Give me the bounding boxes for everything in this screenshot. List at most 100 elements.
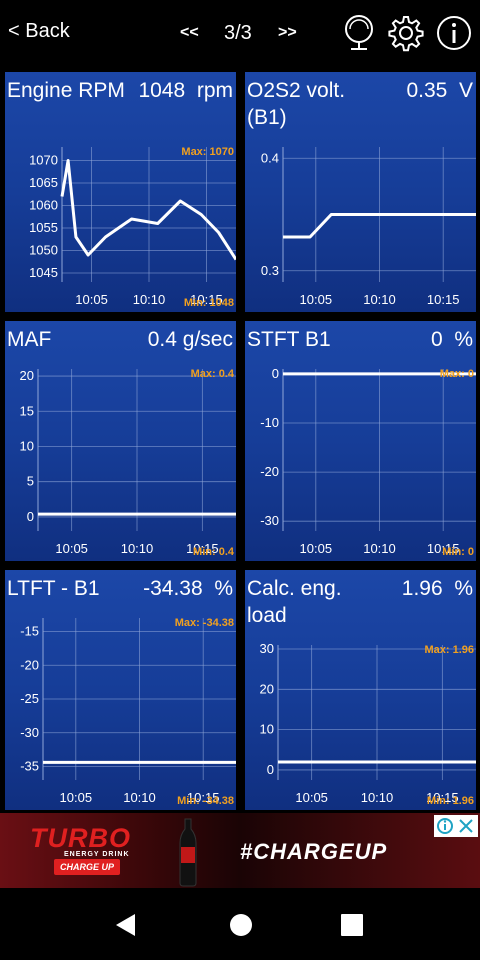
value-number: -34.38 [143, 577, 203, 600]
panel-value: 0.35 V [406, 77, 473, 104]
y-tick-label: -30 [20, 725, 39, 740]
y-tick-label: 20 [260, 681, 274, 696]
panel-ltft-b1[interactable]: 10:05 10:10 10:15 -15 -20 -25 -30 -35 Max: -34.3… [5, 570, 236, 810]
panel-value: 1048 rpm [138, 77, 233, 104]
y-tick-label: -10 [260, 415, 279, 430]
y-tick-label: 20 [20, 368, 34, 383]
ad-brand-sub: ENERGY DRINK [64, 851, 130, 858]
ad-brand: TURBO [30, 823, 131, 853]
panel-stft-b1[interactable]: 10:05 10:10 10:15 0 -10 -20 -30 Max: 0 Min: 0 ST… [245, 321, 476, 561]
y-tick-label: 0 [27, 509, 34, 524]
y-tick-label: -30 [260, 513, 279, 528]
gear-icon[interactable] [387, 14, 425, 52]
y-tick-label: 30 [260, 641, 274, 656]
panel-title: O2S2 volt. (B1) [247, 79, 346, 129]
top-bar: < Back << 3/3 >> [0, 0, 480, 68]
value-number: 0.35 [406, 79, 448, 102]
y-tick-label: 0.3 [261, 263, 279, 278]
y-tick-label: 1045 [29, 265, 58, 280]
y-tick-label: 1070 [29, 153, 58, 168]
max-label: Max: 0 [440, 368, 474, 380]
panel-value: 1.96 % [402, 575, 473, 602]
panel-title: LTFT - B1 [7, 577, 100, 600]
y-tick-label: 5 [27, 474, 34, 489]
ad-hashtag: #CHARGEUP [240, 839, 388, 864]
y-tick-label: -35 [20, 759, 39, 774]
value-unit: % [454, 577, 473, 600]
back-button[interactable]: < Back [8, 20, 70, 43]
panel-title: STFT B1 [247, 328, 331, 351]
y-tick-label: 0.4 [261, 150, 279, 165]
value-unit: % [454, 328, 473, 351]
y-tick-label: 0 [272, 366, 279, 381]
x-tick-label: 10:05 [60, 790, 93, 805]
bottle-icon [176, 817, 200, 887]
min-label: Min: 1.96 [427, 795, 474, 807]
y-tick-label: 15 [20, 403, 34, 418]
x-tick-label: 10:10 [363, 292, 396, 307]
chart: 10:05 10:10 10:15-15-20-25-30-35Max: -34.3… [20, 617, 236, 807]
x-tick-label: 10:15 [427, 292, 460, 307]
y-tick-label: 1050 [29, 243, 58, 258]
y-tick-label: -20 [20, 657, 39, 672]
min-label: Min: 0.4 [193, 546, 235, 558]
value-number: 0 [430, 328, 443, 351]
panel-maf[interactable]: 10:05 10:10 10:15 20 15 10 5 0 Max: 0.4 Min: 0.4 … [5, 321, 236, 561]
min-label: Min: -34.38 [177, 795, 234, 807]
ad-cta-button[interactable]: CHARGE UP [54, 859, 121, 875]
panel-value: -34.38 % [143, 575, 233, 602]
x-tick-label: 10:05 [75, 292, 108, 307]
x-tick-label: 10:10 [361, 790, 394, 805]
y-tick-label: -15 [20, 624, 39, 639]
chart: 10:05 10:10 10:1520151050Max: 0.4Min: 0.4 [20, 368, 236, 558]
system-navigation-bar [0, 888, 480, 960]
next-page-button[interactable]: >> [278, 24, 297, 42]
x-tick-label: 10:10 [133, 292, 166, 307]
panel-calc-engine-load[interactable]: 10:05 10:10 10:15 30 20 10 0 Max: 1.96 Min: 1.96… [245, 570, 476, 810]
y-tick-label: 1065 [29, 175, 58, 190]
x-tick-label: 10:10 [123, 790, 156, 805]
value-number: 0.4 [147, 328, 177, 351]
ad-banner[interactable]: TURBO ENERGY DRINK CHARGE UP #CHARGEUP [0, 813, 480, 888]
page-indicator: 3/3 [224, 22, 252, 44]
panel-engine-rpm[interactable]: 10:05 10:10 10:15 1070 1065 1060 1055 1050 1045 M… [5, 72, 236, 312]
previous-page-button[interactable]: << [180, 24, 199, 42]
min-label: Min: 1048 [184, 297, 234, 309]
value-number: 1048 [138, 79, 186, 102]
value-number: 1.96 [401, 577, 443, 600]
x-tick-label: 10:05 [295, 790, 328, 805]
panel-o2s2-voltage[interactable]: 10:05 10:10 10:15 0.4 0.3 O2S2 volt. (B1) 0.… [245, 72, 476, 312]
y-tick-label: 0 [267, 762, 274, 777]
x-tick-label: 10:05 [300, 541, 333, 556]
chart: 10:05 10:10 10:150-10-20-30Max: 0Min: 0 [260, 366, 476, 558]
recents-icon[interactable] [339, 912, 365, 938]
max-label: Max: 1070 [181, 146, 234, 158]
ad-choices-icon[interactable] [434, 815, 478, 837]
panel-title: MAF [7, 328, 52, 351]
home-icon[interactable] [228, 912, 254, 938]
y-tick-label: 1060 [29, 198, 58, 213]
y-tick-label: -20 [260, 464, 279, 479]
panel-title: Calc. eng. load [247, 577, 342, 627]
y-tick-label: 10 [260, 722, 274, 737]
max-label: Max: -34.38 [175, 617, 234, 629]
value-unit: % [214, 577, 233, 600]
value-unit: g/sec [182, 328, 233, 351]
x-tick-label: 10:05 [300, 292, 333, 307]
y-tick-label: 1055 [29, 220, 58, 235]
value-unit: V [458, 79, 473, 102]
x-tick-label: 10:10 [363, 541, 396, 556]
panel-title: Engine RPM [7, 79, 125, 102]
value-unit: rpm [196, 79, 233, 102]
gauge-icon[interactable] [340, 14, 378, 52]
min-label: Min: 0 [442, 546, 474, 558]
y-tick-label: -25 [20, 691, 39, 706]
back-icon[interactable] [113, 912, 139, 938]
max-label: Max: 0.4 [191, 368, 235, 380]
max-label: Max: 1.96 [424, 644, 474, 656]
info-icon[interactable] [435, 14, 473, 52]
chart: 10:05 10:10 10:15107010651060105510501045M… [29, 146, 236, 309]
y-tick-label: 10 [20, 438, 34, 453]
x-tick-label: 10:10 [121, 541, 154, 556]
panel-value: 0 % [431, 326, 473, 353]
